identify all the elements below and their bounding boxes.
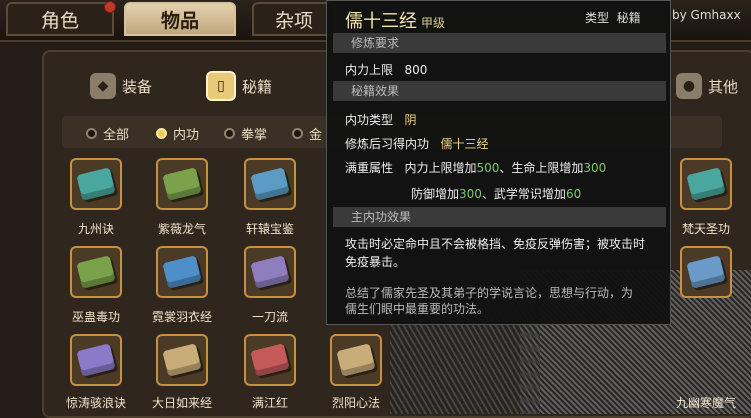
item-slot[interactable] [70, 246, 122, 298]
item-name: 轩辕宝鉴 [245, 222, 294, 236]
learn-label: 修炼后习得内功 [345, 137, 430, 151]
book-icon [686, 255, 726, 289]
item-name: 九幽寒魔气 [675, 396, 736, 410]
full-text: 、武学常识增加 [481, 187, 566, 201]
filter-fist[interactable]: 拳掌 [224, 124, 267, 143]
filter-internal[interactable]: 内功 [156, 124, 199, 143]
radio-selected-icon [156, 128, 167, 139]
book-icon [76, 255, 116, 289]
item-slot[interactable] [244, 158, 296, 210]
full-value: 500 [476, 161, 500, 175]
section-main: 主内功效果 [333, 207, 666, 227]
item-slot[interactable] [156, 334, 208, 386]
item-name: 一刀流 [251, 310, 288, 324]
attr-value: 阴 [404, 113, 417, 127]
item-name: 九州诀 [77, 222, 114, 236]
learn-row: 修炼后习得内功 儒十三经 [345, 135, 488, 152]
book-icon [76, 343, 116, 377]
notification-dot [104, 1, 116, 13]
book-icon [250, 255, 290, 289]
book-icon [162, 255, 202, 289]
category-manuals[interactable]: ▯ 秘籍 [206, 66, 272, 106]
tooltip-title: 儒十三经 甲级 [345, 7, 445, 33]
category-equipment-label: 装备 [122, 77, 153, 96]
book-icon [162, 167, 202, 201]
tab-items-label: 物品 [160, 10, 199, 32]
radio-icon [86, 128, 97, 139]
radio-icon [292, 128, 303, 139]
tooltip-item-name: 儒十三经 [345, 11, 417, 32]
item-slot[interactable] [156, 246, 208, 298]
section-requirement: 修炼要求 [333, 33, 666, 53]
full-text: 防御增加 [411, 187, 460, 201]
category-other-label: 其他 [708, 77, 739, 96]
tab-misc-label: 杂项 [274, 10, 313, 32]
attr-label: 内功类型 [345, 113, 394, 127]
scroll-icon: ▯ [206, 71, 236, 101]
tab-character-label: 角色 [40, 10, 79, 32]
main-desc: 攻击时必定命中且不会被格挡、免疫反弹伤害；被攻击时免疫暴击。 [345, 237, 646, 269]
tooltip-type: 类型 秘籍 [585, 9, 641, 26]
item-name: 大日如来经 [151, 396, 212, 410]
item-slot[interactable] [330, 334, 382, 386]
armor-icon: ◆ [90, 73, 116, 99]
filter-fist-label: 拳掌 [241, 128, 268, 143]
book-icon [336, 343, 376, 377]
book-icon [250, 343, 290, 377]
full-value: 300 [583, 161, 607, 175]
tooltip-type-label: 类型 [585, 11, 610, 25]
learn-value: 儒十三经 [440, 137, 489, 151]
item-slot[interactable] [70, 158, 122, 210]
tooltip-type-value: 秘籍 [616, 11, 641, 25]
item-name: 紫薇龙气 [157, 222, 206, 236]
tooltip-rank: 甲级 [421, 16, 446, 30]
full-text: 内力上限增加 [404, 161, 477, 175]
filter-gold[interactable]: 金 [292, 124, 322, 143]
category-equipment[interactable]: ◆ 装备 [90, 66, 152, 106]
item-name: 满江红 [251, 396, 288, 410]
req-row: 内力上限 800 [345, 61, 427, 78]
item-slot[interactable] [680, 158, 732, 210]
full-row-2: 防御增加300、武学常识增加60 [411, 185, 581, 202]
book-icon [162, 343, 202, 377]
misc-icon: ● [676, 73, 702, 99]
section-effect: 秘籍效果 [333, 81, 666, 101]
full-value: 60 [565, 187, 582, 201]
tab-misc[interactable]: 杂项 [252, 2, 336, 36]
tab-items[interactable]: 物品 [124, 2, 236, 36]
book-icon [76, 167, 116, 201]
book-icon [686, 167, 726, 201]
tab-character[interactable]: 角色 [6, 1, 116, 36]
item-name: 惊涛骇浪诀 [65, 396, 126, 410]
item-slot[interactable] [680, 246, 732, 298]
req-label: 内力上限 [345, 63, 394, 77]
full-text: 、生命上限增加 [499, 161, 584, 175]
item-slot[interactable] [156, 158, 208, 210]
item-tooltip: 儒十三经 甲级 类型 秘籍 修炼要求 内力上限 800 秘籍效果 内功类型 阴 修… [326, 0, 671, 325]
watermark: by Gmhaxx [672, 8, 741, 22]
category-other[interactable]: ● 其他 [676, 66, 738, 106]
filter-all-label: 全部 [103, 128, 130, 143]
item-slot[interactable] [244, 334, 296, 386]
item-slot[interactable] [244, 246, 296, 298]
full-label: 满重属性 [345, 161, 394, 175]
item-name: 梵天圣功 [681, 222, 730, 236]
category-manuals-label: 秘籍 [242, 77, 273, 96]
req-value: 800 [404, 63, 428, 77]
item-name: 巫蛊毒功 [71, 310, 120, 324]
item-name: 霓裳羽衣经 [151, 310, 212, 324]
filter-gold-label: 金 [309, 128, 323, 143]
radio-icon [224, 128, 235, 139]
item-name: 烈阳心法 [331, 396, 380, 410]
filter-internal-label: 内功 [173, 128, 200, 143]
full-value: 300 [459, 187, 482, 201]
full-row-1: 满重属性 内力上限增加500、生命上限增加300 [345, 159, 606, 176]
item-slot[interactable] [70, 334, 122, 386]
lore-text: 总结了儒家先圣及其弟子的学说言论，思想与行动，为儒生们眼中最重要的功法。 [345, 286, 634, 316]
filter-all[interactable]: 全部 [86, 124, 129, 143]
attr-row: 内功类型 阴 [345, 111, 416, 128]
book-icon [250, 167, 290, 201]
